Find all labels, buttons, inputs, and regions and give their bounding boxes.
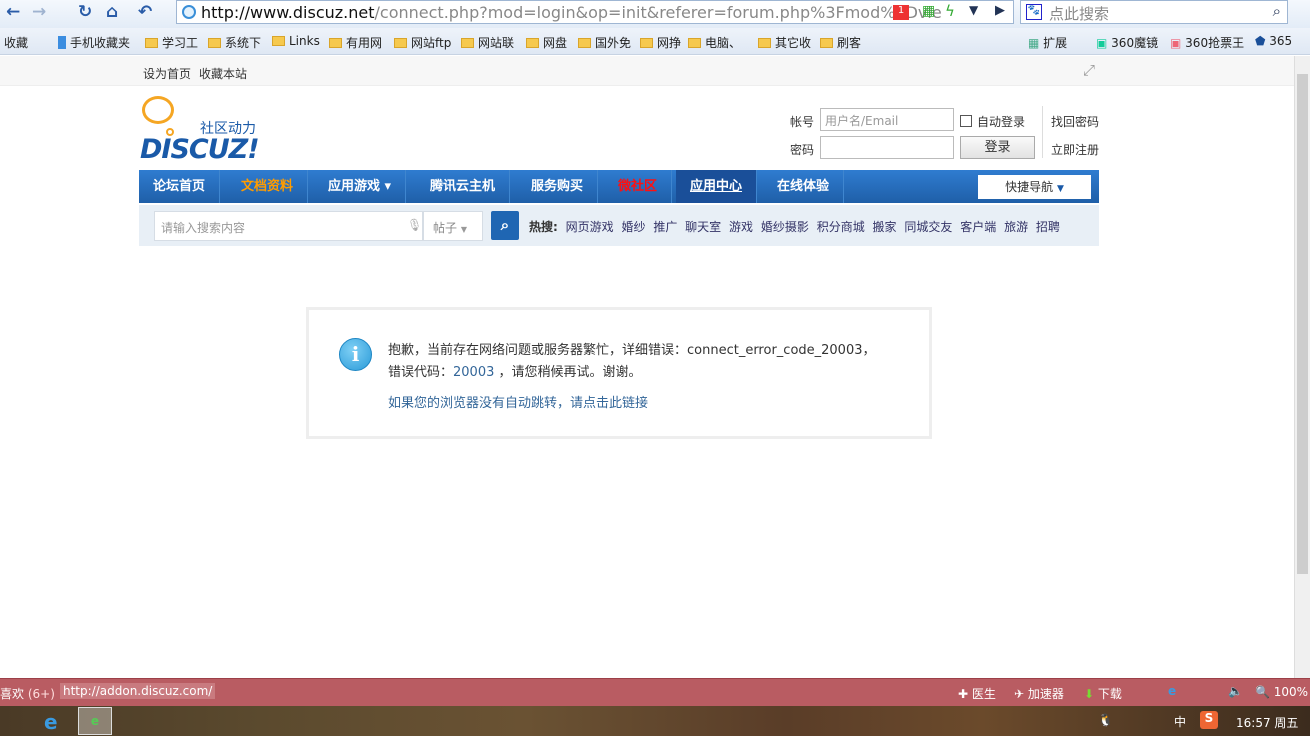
scrollbar-thumb[interactable] bbox=[1297, 74, 1308, 574]
info-icon: i bbox=[339, 338, 372, 371]
notification-badge[interactable]: 1 bbox=[893, 5, 909, 20]
globe-icon bbox=[182, 5, 196, 19]
lightning-icon[interactable]: ϟ bbox=[945, 2, 955, 20]
doctor-button[interactable]: ✚ 医生 bbox=[958, 685, 996, 702]
ie-taskbar-icon[interactable]: e bbox=[44, 710, 58, 734]
undo-icon[interactable]: ↶ bbox=[138, 2, 152, 22]
bookmark-folder[interactable]: 电脑、 bbox=[688, 34, 741, 51]
hot-search-link[interactable]: 推广 bbox=[653, 220, 677, 234]
web-page: 设为首页 收藏本站 ⤢ 社区动力 DISCUZ! 帐号 用户名/Email 自动… bbox=[0, 56, 1294, 678]
nav-online-demo[interactable]: 在线体验 bbox=[763, 170, 845, 203]
ie-icon[interactable]: e bbox=[1168, 684, 1176, 698]
nav-app-center[interactable]: 应用中心 bbox=[676, 170, 758, 203]
search-icon[interactable]: ⌕ bbox=[1273, 2, 1281, 20]
download-button[interactable]: ⬇ 下载 bbox=[1084, 685, 1122, 702]
hot-search-link[interactable]: 同城交友 bbox=[904, 220, 952, 234]
login-button[interactable]: 登录 bbox=[960, 136, 1035, 159]
extension-365[interactable]: ⬟ 365 bbox=[1255, 34, 1292, 48]
hot-search-link[interactable]: 游戏 bbox=[729, 220, 753, 234]
home-icon[interactable]: ⌂ bbox=[106, 2, 118, 22]
bookmark-folder[interactable]: 网盘 bbox=[526, 34, 567, 51]
bookmarks-bar: 收藏 手机收藏夹 学习工 系统下 Links 有用网 网站ftp 网站联 网盘 … bbox=[0, 28, 1310, 55]
quick-nav-button[interactable]: 快捷导航 ▼ bbox=[978, 175, 1091, 199]
auto-login-checkbox[interactable] bbox=[960, 115, 972, 127]
site-search-input[interactable]: 请输入搜索内容 bbox=[154, 211, 423, 241]
bookmark-folder[interactable]: 网站ftp bbox=[394, 34, 451, 51]
password-input[interactable] bbox=[820, 136, 954, 159]
forward-icon[interactable]: → bbox=[32, 2, 46, 22]
status-url: http://addon.discuz.com/ bbox=[60, 683, 216, 699]
bookmark-site-link[interactable]: 收藏本站 bbox=[199, 65, 247, 82]
hot-search-link[interactable]: 聊天室 bbox=[685, 220, 721, 234]
sogou-icon[interactable]: S bbox=[1200, 711, 1218, 729]
search-engine-box[interactable]: 🐾 点此搜索 ⌕ bbox=[1020, 0, 1288, 24]
hot-search-link[interactable]: 网页游戏 bbox=[566, 220, 614, 234]
accelerator-button[interactable]: ✈ 加速器 bbox=[1014, 685, 1064, 702]
status-left[interactable]: 喜欢 (6+) bbox=[0, 685, 55, 702]
search-button[interactable]: ⌕ bbox=[491, 211, 519, 240]
favorites-menu[interactable]: 收藏 bbox=[4, 34, 28, 51]
hot-search-link[interactable]: 客户端 bbox=[960, 220, 996, 234]
bookmark-folder[interactable]: 有用网 bbox=[329, 34, 382, 51]
bookmark-folder[interactable]: 系统下 bbox=[208, 34, 261, 51]
bookmark-item[interactable]: 手机收藏夹 bbox=[58, 34, 130, 51]
register-link[interactable]: 立即注册 bbox=[1051, 141, 1099, 158]
nav-services[interactable]: 服务购买 bbox=[517, 170, 599, 203]
status-bar: 喜欢 (6+) http://addon.discuz.com/ ✚ 医生 ✈ … bbox=[0, 678, 1310, 706]
search-type-select[interactable]: 帖子 ▼ bbox=[423, 211, 483, 241]
nav-forum-home[interactable]: 论坛首页 bbox=[139, 170, 221, 203]
bookmark-folder[interactable]: 刷客 bbox=[820, 34, 861, 51]
extension-360-mirror[interactable]: ▣ 360魔镜 bbox=[1096, 34, 1158, 51]
hot-search-link[interactable]: 旅游 bbox=[1004, 220, 1028, 234]
forgot-password-link[interactable]: 找回密码 bbox=[1051, 113, 1099, 130]
bookmark-folder[interactable]: 网挣 bbox=[640, 34, 681, 51]
bookmark-folder[interactable]: 其它收 bbox=[758, 34, 811, 51]
extensions-menu[interactable]: ▦ 扩展 bbox=[1028, 34, 1067, 51]
hot-search-link[interactable]: 婚纱摄影 bbox=[761, 220, 809, 234]
fullscreen-icon[interactable]: ⤢ bbox=[1083, 61, 1095, 79]
volume-icon[interactable]: 🔈 bbox=[1228, 684, 1243, 698]
bubble-icon bbox=[142, 96, 174, 124]
qrcode-icon[interactable]: ▦ bbox=[922, 3, 935, 19]
main-nav: 论坛首页 文档资料 应用游戏 ▾ 腾讯云主机 服务购买 微社区 应用中心 在线体… bbox=[139, 170, 1099, 203]
discuz-logo[interactable]: 社区动力 DISCUZ! bbox=[140, 96, 275, 166]
error-text: 抱歉，当前存在网络问题或服务器繁忙，详细错误：connect_error_cod… bbox=[388, 343, 876, 380]
vertical-scrollbar[interactable] bbox=[1294, 56, 1310, 678]
microphone-icon[interactable]: 🎙 bbox=[407, 218, 422, 232]
dropdown-icon[interactable]: ▼ bbox=[969, 3, 978, 17]
bookmark-folder[interactable]: 国外免 bbox=[578, 34, 631, 51]
search-bar: 请输入搜索内容 🎙 帖子 ▼ ⌕ 热搜: 网页游戏 婚纱 推广 聊天室 游戏 婚… bbox=[139, 205, 1099, 246]
bookmark-folder[interactable]: 网站联 bbox=[461, 34, 514, 51]
username-input[interactable]: 用户名/Email bbox=[820, 108, 954, 131]
nav-app-games[interactable]: 应用游戏 ▾ bbox=[314, 170, 407, 203]
nav-docs[interactable]: 文档资料 bbox=[227, 170, 309, 203]
redirect-link[interactable]: 如果您的浏览器没有自动跳转，请点击此链接 bbox=[388, 392, 648, 411]
go-icon[interactable]: ▶ bbox=[995, 3, 1005, 18]
hot-search-link[interactable]: 婚纱 bbox=[621, 220, 645, 234]
bookmark-folder[interactable]: Links bbox=[272, 34, 320, 48]
browser-toolbar: ← → ↻ ⌂ ↶ http://www.discuz.net/connect.… bbox=[0, 0, 1310, 28]
back-icon[interactable]: ← bbox=[6, 2, 20, 22]
error-message-box: i 抱歉，当前存在网络问题或服务器繁忙，详细错误：connect_error_c… bbox=[306, 307, 932, 439]
windows-taskbar: e e 🐧 中 S 16:57 周五 bbox=[0, 706, 1310, 736]
hot-search-link[interactable]: 积分商城 bbox=[817, 220, 865, 234]
bookmark-folder[interactable]: 学习工 bbox=[145, 34, 198, 51]
qq-tray-icon[interactable]: 🐧 bbox=[1098, 713, 1113, 727]
refresh-icon[interactable]: ↻ bbox=[78, 2, 92, 22]
nav-tencent-cloud[interactable]: 腾讯云主机 bbox=[416, 170, 511, 203]
nav-micro-community[interactable]: 微社区 bbox=[604, 170, 673, 203]
zoom-level[interactable]: 🔍 100% bbox=[1255, 685, 1308, 699]
clock[interactable]: 16:57 周五 bbox=[1236, 714, 1298, 731]
360-browser-taskbar-icon[interactable]: e bbox=[78, 707, 112, 735]
site-topbar: 设为首页 收藏本站 ⤢ bbox=[0, 56, 1294, 86]
address-bar[interactable]: http://www.discuz.net/connect.php?mod=lo… bbox=[176, 0, 1014, 24]
ime-indicator[interactable]: 中 bbox=[1174, 713, 1186, 730]
baidu-icon[interactable]: 🐾 bbox=[1026, 4, 1042, 20]
hot-search-link[interactable]: 搬家 bbox=[873, 220, 897, 234]
hot-searches: 热搜: 网页游戏 婚纱 推广 聊天室 游戏 婚纱摄影 积分商城 搬家 同城交友 … bbox=[529, 220, 1060, 234]
hot-search-link[interactable]: 招聘 bbox=[1036, 220, 1060, 234]
extension-360-ticket[interactable]: ▣ 360抢票王 bbox=[1170, 34, 1244, 51]
set-homepage-link[interactable]: 设为首页 bbox=[143, 65, 191, 82]
